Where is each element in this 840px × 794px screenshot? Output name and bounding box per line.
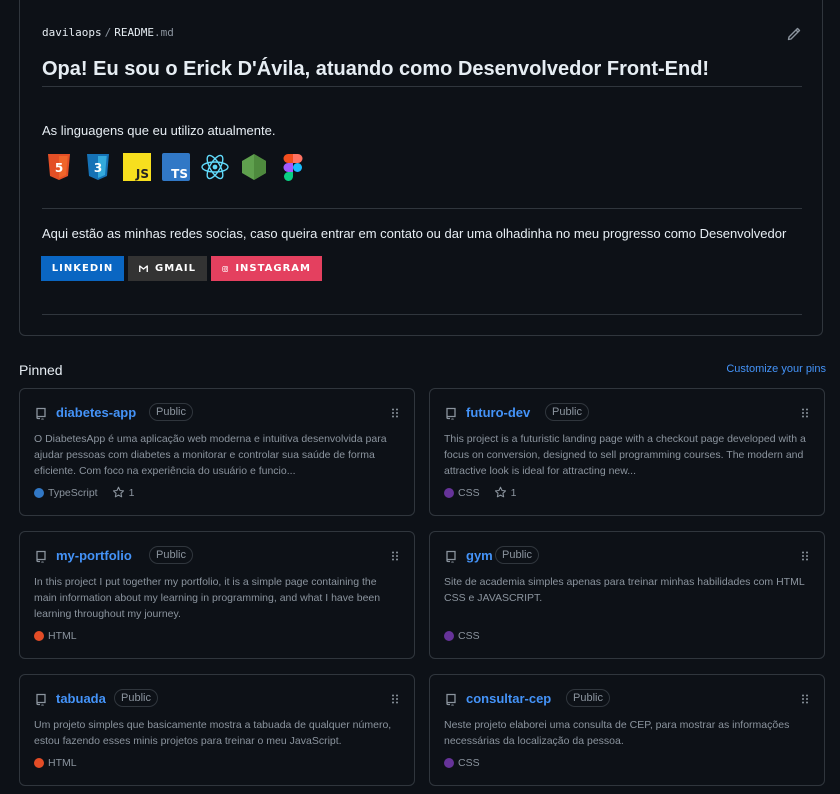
repo-language: TypeScript: [48, 486, 98, 499]
language-color-dot: [34, 758, 44, 768]
pinned-repo-card: gym Public Site de academia simples apenas…: [429, 531, 825, 659]
visibility-badge: Public: [566, 689, 610, 707]
typescript-label: TS: [171, 167, 188, 181]
repo-meta: HTML: [34, 630, 77, 642]
repo-description: Neste projeto elaborei uma consulta de C…: [444, 719, 790, 747]
stars-link[interactable]: 1: [112, 486, 135, 499]
drag-handle-icon[interactable]: [801, 408, 809, 418]
repo-language: HTML: [48, 630, 77, 642]
star-icon: [494, 486, 506, 498]
drag-handle-icon[interactable]: [391, 408, 399, 418]
readme-panel: davilaops / README.md Opa! Eu sou o Erick …: [19, 0, 823, 336]
visibility-badge: Public: [149, 546, 193, 564]
repo-name-link[interactable]: tabuada: [56, 691, 106, 706]
repo-icon: [446, 407, 456, 420]
repo-description: Um projeto simples que basicamente mostr…: [34, 719, 392, 747]
repo-language: CSS: [458, 486, 480, 499]
customize-pins-link[interactable]: Customize your pins: [726, 363, 826, 375]
star-count: 1: [128, 486, 135, 499]
divider: [42, 314, 802, 315]
linkedin-badge[interactable]: LINKEDIN: [41, 256, 124, 281]
repo-icon: [36, 693, 46, 706]
repo-meta: CSS: [444, 630, 480, 642]
linkedin-badge-label: LINKEDIN: [51, 263, 114, 274]
repo-icon: [446, 693, 456, 706]
stars-link[interactable]: 1: [494, 486, 517, 499]
breadcrumb-file-ext: .md: [153, 26, 174, 39]
pencil-icon[interactable]: [786, 26, 802, 42]
languages-text: As linguagens que eu utilizo atualmente.: [42, 123, 276, 138]
language-color-dot: [444, 631, 454, 641]
visibility-badge: Public: [149, 403, 193, 421]
repo-icon: [36, 550, 46, 563]
css3-label: 3: [94, 161, 102, 175]
language-color-dot: [34, 487, 44, 498]
repo-meta: HTML: [34, 757, 77, 769]
visibility-badge: Public: [495, 546, 539, 564]
javascript-label: JS: [135, 167, 149, 181]
language-color-dot: [444, 758, 454, 768]
repo-description: O DiabetesApp é uma aplicação web modern…: [34, 433, 387, 477]
pinned-repo-card: diabetes-app Public O DiabetesApp é uma ap…: [19, 388, 415, 516]
repo-name-link[interactable]: consultar-cep: [466, 691, 551, 706]
language-color-dot: [444, 487, 454, 498]
divider: [42, 86, 802, 87]
repo-language: HTML: [48, 757, 77, 769]
repo-icon: [36, 407, 46, 420]
repo-description: Site de academia simples apenas para tre…: [444, 576, 805, 604]
repo-name-link[interactable]: futuro-dev: [466, 405, 530, 420]
breadcrumb-separator: /: [104, 26, 112, 39]
instagram-badge-label: INSTAGRAM: [235, 263, 311, 274]
star-count: 1: [510, 486, 517, 499]
readme-title: Opa! Eu sou o Erick D'Ávila, atuando com…: [42, 58, 710, 80]
css3-icon: 3: [83, 152, 113, 182]
readme-breadcrumb: davilaops / README.md: [42, 26, 174, 39]
repo-language: CSS: [458, 757, 480, 769]
drag-handle-icon[interactable]: [801, 694, 809, 704]
instagram-badge[interactable]: INSTAGRAM: [211, 256, 322, 281]
typescript-icon: TS: [161, 152, 191, 182]
breadcrumb-owner[interactable]: davilaops: [42, 26, 102, 39]
instagram-icon: [222, 265, 229, 272]
gmail-badge-label: GMAIL: [155, 263, 196, 274]
visibility-badge: Public: [114, 689, 158, 707]
repo-language: CSS: [458, 630, 480, 642]
drag-handle-icon[interactable]: [391, 694, 399, 704]
pinned-repo-card: consultar-cep Public Neste projeto elabore…: [429, 674, 825, 786]
html5-label: 5: [55, 161, 63, 175]
star-icon: [112, 486, 124, 498]
javascript-icon: JS: [122, 152, 152, 182]
repo-meta: CSS 1: [444, 486, 516, 499]
repo-description: This project is a futuristic landing pag…: [444, 433, 806, 477]
repo-description: In this project I put together my portfo…: [34, 576, 381, 620]
repo-name-link[interactable]: gym: [466, 548, 493, 563]
drag-handle-icon[interactable]: [391, 551, 399, 561]
gmail-badge[interactable]: GMAIL: [128, 256, 207, 281]
html5-icon: 5: [44, 152, 74, 182]
repo-name-link[interactable]: my-portfolio: [56, 548, 132, 563]
drag-handle-icon[interactable]: [801, 551, 809, 561]
pinned-repo-card: my-portfolio Public In this project I put …: [19, 531, 415, 659]
react-icon: [200, 152, 230, 182]
visibility-badge: Public: [545, 403, 589, 421]
social-badges: LINKEDIN GMAIL INSTAGRAM: [41, 256, 322, 281]
pinned-heading: Pinned: [19, 362, 63, 378]
repo-icon: [446, 550, 456, 563]
nodejs-icon: [239, 152, 269, 182]
social-text: Aqui estão as minhas redes socias, caso …: [42, 226, 787, 241]
gmail-icon: [139, 264, 148, 272]
pinned-repo-card: futuro-dev Public This project is a futuri…: [429, 388, 825, 516]
repo-meta: CSS: [444, 757, 480, 769]
pinned-repo-card: tabuada Public Um projeto simples que basi…: [19, 674, 415, 786]
repo-meta: TypeScript 1: [34, 486, 134, 499]
divider: [42, 208, 802, 209]
language-icons: 5 3 JS TS: [44, 152, 308, 182]
repo-name-link[interactable]: diabetes-app: [56, 405, 136, 420]
breadcrumb-file: README: [114, 26, 154, 39]
language-color-dot: [34, 631, 44, 641]
figma-icon: [278, 152, 308, 182]
